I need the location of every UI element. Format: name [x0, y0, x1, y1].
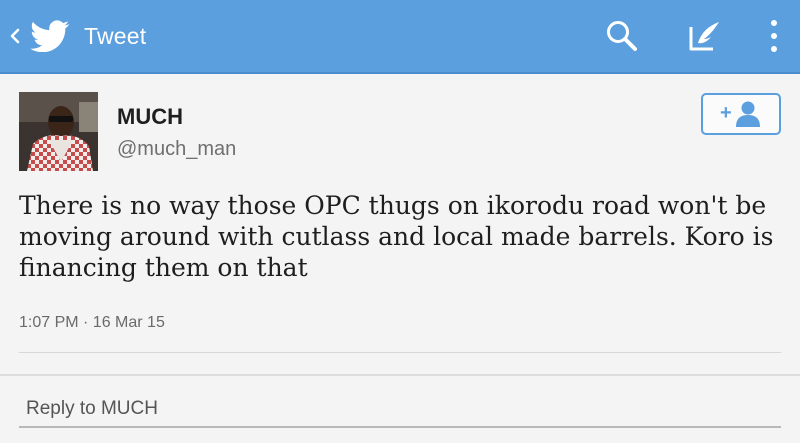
screen-title: Tweet	[84, 22, 147, 49]
add-user-icon: +	[720, 101, 760, 127]
app-bar: Tweet	[0, 0, 800, 74]
follow-button[interactable]: +	[701, 93, 781, 135]
tweet-text: There is no way those OPC thugs on ikoro…	[19, 191, 774, 282]
tweet-detail-screen: Tweet MUCH @much_man + There is no way t…	[0, 0, 800, 443]
reply-input[interactable]: Reply to MUCH	[19, 390, 781, 428]
avatar[interactable]	[19, 92, 98, 171]
back-button[interactable]: Tweet	[0, 0, 146, 72]
twitter-bird-icon	[30, 20, 70, 53]
search-button[interactable]	[604, 18, 640, 54]
overflow-menu-button[interactable]	[756, 18, 792, 54]
overflow-menu-icon	[771, 20, 777, 52]
compose-button[interactable]	[686, 18, 722, 54]
divider	[19, 352, 781, 353]
compose-icon	[689, 22, 719, 51]
tweet-timestamp: 1:07 PM · 16 Mar 15	[19, 314, 165, 331]
chevron-left-icon	[8, 26, 22, 46]
author-handle[interactable]: @much_man	[117, 138, 236, 161]
divider	[0, 374, 800, 376]
search-icon	[607, 21, 637, 51]
author-name[interactable]: MUCH	[117, 104, 183, 130]
reply-placeholder: Reply to MUCH	[26, 398, 158, 419]
svg-text:+: +	[720, 102, 732, 124]
